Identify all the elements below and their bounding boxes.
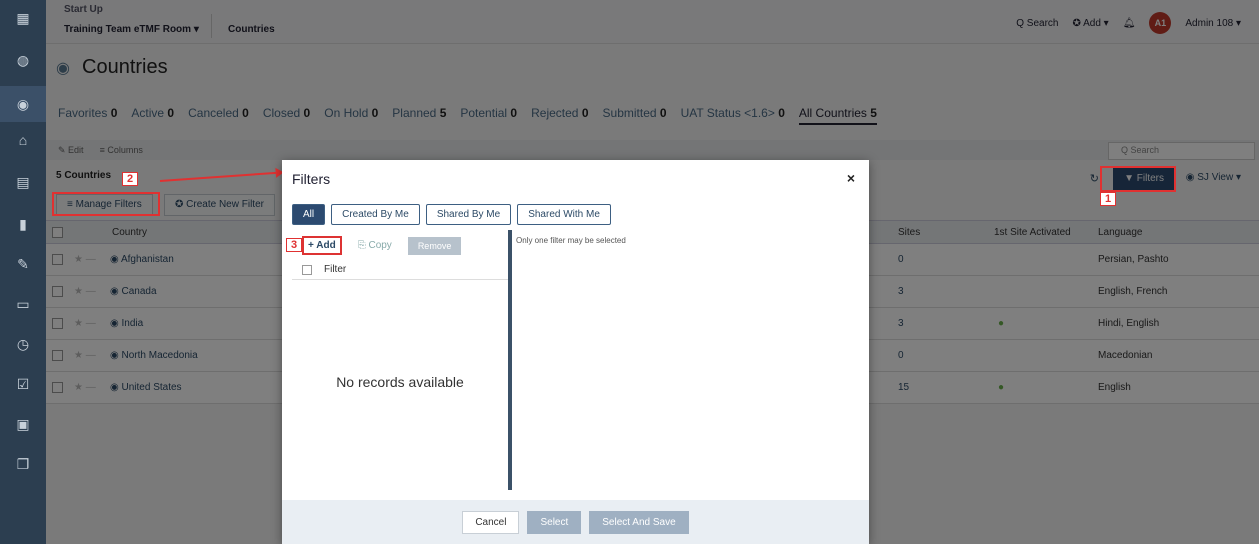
filter-actions: + Add ⎘ Copy Remove — [302, 236, 462, 255]
empty-state-message: No records available — [336, 374, 464, 390]
filter-column-label: Filter — [324, 264, 347, 275]
filter-scope-tabs: All Created By Me Shared By Me Shared Wi… — [292, 204, 611, 225]
left-navigation: ▦ ◍ ◉ ⌂ ▤ ▮ ✎ ▭ ◷ ☑ ▣ ❐ — [0, 0, 46, 544]
tab-shared-with-me[interactable]: Shared With Me — [517, 204, 611, 225]
copy-icon[interactable]: ❐ — [0, 446, 46, 482]
building-icon[interactable]: ▤ — [0, 164, 46, 200]
id-card-icon[interactable]: ▭ — [0, 286, 46, 322]
annotation-number-1: 1 — [1100, 192, 1117, 206]
select-and-save-button[interactable]: Select And Save — [589, 510, 689, 534]
tab-shared-by-me[interactable]: Shared By Me — [425, 204, 512, 225]
close-icon[interactable]: × — [847, 170, 855, 186]
selection-hint: Only one filter may be selected — [516, 236, 626, 245]
annotation-box-filters — [1100, 166, 1176, 192]
select-button[interactable]: Select — [527, 510, 582, 534]
binder-icon[interactable]: ▣ — [0, 406, 46, 442]
apps-icon[interactable]: ▦ — [0, 0, 46, 36]
annotation-number-2: 2 — [122, 172, 139, 186]
select-all-filters-checkbox[interactable] — [302, 265, 312, 275]
filter-list-header: Filter — [292, 260, 508, 280]
clock-icon[interactable]: ◷ — [0, 326, 46, 362]
annotation-box-manage-filters — [52, 192, 160, 216]
cancel-button[interactable]: Cancel — [462, 510, 520, 534]
annotation-number-3: 3 — [286, 238, 303, 252]
dialog-footer: Cancel Select Select And Save — [282, 500, 869, 544]
tab-all[interactable]: All — [292, 204, 326, 225]
remove-filter-button[interactable]: Remove — [407, 236, 462, 255]
dialog-title: Filters — [292, 171, 331, 187]
filters-dialog: Filters × All Created By Me Shared By Me… — [282, 160, 869, 544]
tab-created-by-me[interactable]: Created By Me — [331, 204, 420, 225]
copy-filter-button[interactable]: ⎘ Copy — [350, 237, 400, 254]
globe-icon[interactable]: ◉ — [0, 86, 46, 122]
add-filter-button[interactable]: + Add — [302, 236, 342, 255]
bank-icon[interactable]: ⌂ — [0, 122, 46, 158]
edit-icon[interactable]: ✎ — [0, 246, 46, 282]
document-icon[interactable]: ▮ — [0, 206, 46, 242]
dashboard-icon[interactable]: ◍ — [0, 42, 46, 78]
checkbox-icon[interactable]: ☑ — [0, 366, 46, 402]
